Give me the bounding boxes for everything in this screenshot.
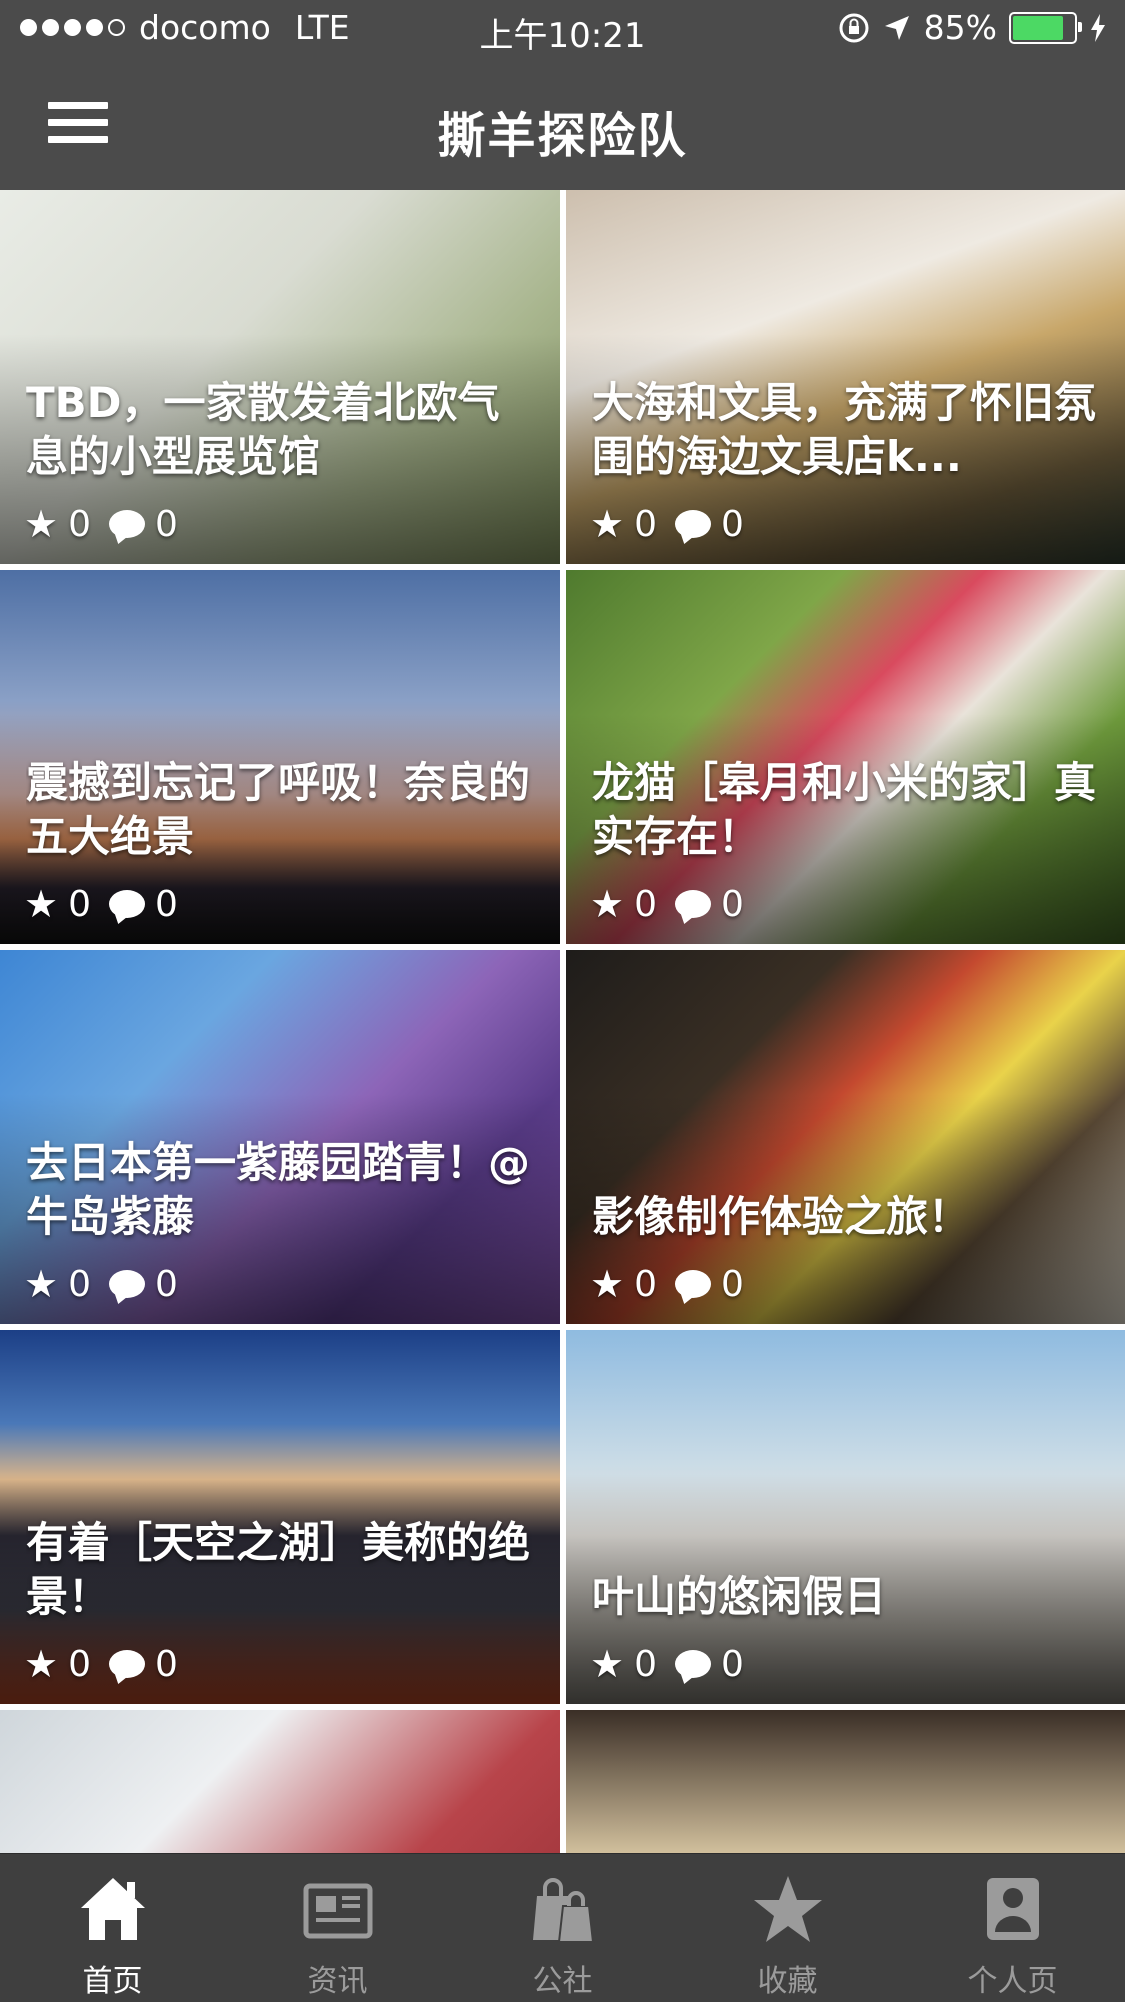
article-card[interactable]: 影像制作体验之旅！ ★ 0 0	[566, 950, 1125, 1324]
page-title: 撕羊探险队	[437, 108, 688, 164]
article-title: 震撼到忘记了呼吸！奈良的五大绝景	[26, 758, 531, 861]
rotation-lock-icon	[839, 13, 869, 42]
nav-bar: 撕羊探险队	[0, 60, 1125, 190]
battery-percent: 85%	[923, 8, 997, 47]
person-icon	[987, 1878, 1039, 1940]
tab-label: 首页	[82, 1964, 143, 1999]
article-card[interactable]: 龙猫［皋月和小米的家］真实存在！ ★ 0 0	[566, 570, 1125, 944]
article-card[interactable]: 有着［天空之湖］美称的绝景！ ★ 0 0	[0, 1330, 560, 1704]
star-count: 0	[634, 1643, 657, 1685]
star-icon: ★	[590, 502, 625, 546]
tab-bar: 首页 资讯 公社 收藏 个人页	[0, 1853, 1125, 2002]
star-count: 0	[634, 883, 657, 925]
article-image	[566, 1710, 1125, 1853]
article-title: 大海和文具，充满了怀旧氛围的海边文具店k...	[592, 378, 1097, 481]
comment-icon	[674, 510, 711, 538]
battery-icon	[1009, 11, 1082, 44]
article-title: TBD，一家散发着北欧气息的小型展览馆	[26, 378, 500, 481]
star-count: 0	[634, 503, 657, 545]
comment-icon	[108, 510, 145, 538]
star-count: 0	[68, 1263, 91, 1305]
comment-icon	[674, 1650, 711, 1678]
article-title: 叶山的悠闲假日	[592, 1572, 887, 1621]
comment-count: 0	[720, 1263, 744, 1305]
tab-home[interactable]: 首页	[0, 1854, 225, 2002]
article-meta: ★ 0 0	[24, 1262, 178, 1306]
tab-label: 公社	[532, 1964, 593, 1999]
star-icon: ★	[590, 882, 625, 926]
article-image	[0, 1710, 560, 1853]
article-card[interactable]: 大海和文具，充满了怀旧氛围的海边文具店k... ★ 0 0	[566, 190, 1125, 564]
article-card[interactable]: 震撼到忘记了呼吸！奈良的五大绝景 ★ 0 0	[0, 570, 560, 944]
star-count: 0	[68, 883, 91, 925]
home-icon	[81, 1878, 145, 1940]
article-card[interactable]: 去日本第一紫藤园踏青！@牛岛紫藤 ★ 0 0	[0, 950, 560, 1324]
comment-count: 0	[720, 883, 744, 925]
comment-icon	[108, 1650, 145, 1678]
charging-bolt-icon	[1091, 13, 1105, 42]
tab-news[interactable]: 资讯	[225, 1854, 450, 2002]
article-card[interactable]	[566, 1710, 1125, 1853]
comment-count: 0	[720, 503, 744, 545]
comment-icon	[674, 890, 711, 918]
comment-icon	[674, 1270, 711, 1298]
article-meta: ★ 0 0	[590, 502, 744, 546]
tab-label: 收藏	[757, 1964, 818, 1999]
article-title: 有着［天空之湖］美称的绝景！	[26, 1518, 531, 1621]
article-meta: ★ 0 0	[24, 502, 178, 546]
comment-count: 0	[720, 1643, 744, 1685]
article-meta: ★ 0 0	[590, 882, 744, 926]
tab-profile[interactable]: 个人页	[900, 1854, 1125, 2002]
article-meta: ★ 0 0	[24, 1642, 178, 1686]
location-arrow-icon	[884, 15, 909, 40]
article-card[interactable]: TBD，一家散发着北欧气息的小型展览馆 ★ 0 0	[0, 190, 560, 564]
star-icon: ★	[24, 1262, 59, 1306]
star-icon: ★	[24, 882, 59, 926]
article-title: 去日本第一紫藤园踏青！@牛岛紫藤	[26, 1138, 531, 1241]
star-icon: ★	[24, 502, 59, 546]
comment-count: 0	[154, 1263, 178, 1305]
tab-community[interactable]: 公社	[450, 1854, 675, 2002]
star-icon: ★	[24, 1642, 59, 1686]
tab-favorites[interactable]: 收藏	[675, 1854, 900, 2002]
star-count: 0	[634, 1263, 657, 1305]
article-title: 影像制作体验之旅！	[592, 1192, 971, 1241]
article-title: 龙猫［皋月和小米的家］真实存在！	[592, 758, 1097, 861]
article-card[interactable]: 叶山的悠闲假日 ★ 0 0	[566, 1330, 1125, 1704]
article-meta: ★ 0 0	[24, 882, 178, 926]
star-count: 0	[68, 503, 91, 545]
shopping-bag-icon	[533, 1878, 595, 1943]
star-icon: ★	[590, 1262, 625, 1306]
comment-icon	[108, 890, 145, 918]
article-card[interactable]	[0, 1710, 560, 1853]
newspaper-icon	[303, 1883, 373, 1939]
star-icon: ★	[590, 1642, 625, 1686]
article-grid: TBD，一家散发着北欧气息的小型展览馆 ★ 0 0 大海和文具，充满了怀旧氛围的…	[0, 190, 1125, 1853]
article-meta: ★ 0 0	[590, 1262, 744, 1306]
tab-label: 资讯	[307, 1964, 368, 1999]
status-right: 85%	[838, 8, 1107, 47]
star-icon	[754, 1876, 822, 1942]
comment-count: 0	[154, 1643, 178, 1685]
comment-count: 0	[154, 883, 178, 925]
tab-label: 个人页	[967, 1964, 1058, 1999]
status-bar: docomo LTE 上午10:21 85%	[0, 0, 1125, 60]
comment-count: 0	[154, 503, 178, 545]
star-count: 0	[68, 1643, 91, 1685]
comment-icon	[108, 1270, 145, 1298]
article-meta: ★ 0 0	[590, 1642, 744, 1686]
